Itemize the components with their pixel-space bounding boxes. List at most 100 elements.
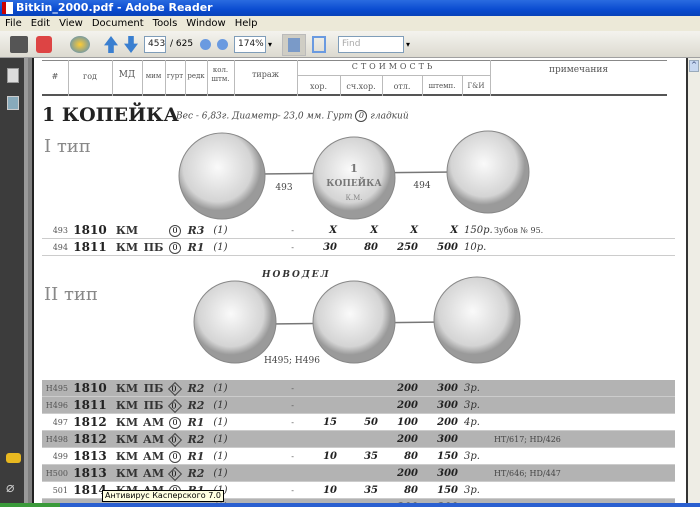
find-input[interactable]: Find: [338, 36, 404, 53]
page-number-input[interactable]: 453: [144, 36, 166, 53]
cell-edge: 0: [165, 431, 185, 448]
page-total: / 625: [170, 39, 194, 49]
cell-mintage: -: [291, 401, 294, 410]
cell-mint: КМ: [115, 433, 139, 446]
col-grade-unc: штемп.: [428, 82, 456, 90]
circle-edge-icon: 0: [169, 451, 181, 463]
vertical-scrollbar[interactable]: ^: [686, 58, 700, 503]
cell-dies: (1): [213, 383, 228, 394]
cell-dies: (1): [213, 451, 228, 462]
cell-mint: КМ: [115, 382, 139, 395]
section-title: 1 КОПЕЙКА: [42, 104, 179, 126]
table-row: Н500 1813 КМ АМ 0 R2 (1) 200 300 НТ/646; НD/447: [42, 465, 675, 482]
cell-value-0: [297, 465, 337, 482]
cell-value-2: 80: [404, 451, 418, 462]
cell-mintage: -: [291, 486, 294, 495]
cell-gi: 3р.: [464, 451, 480, 462]
single-page-view-button[interactable]: [282, 34, 306, 56]
cell-mint: КМ: [115, 241, 139, 254]
cell-gi: [464, 465, 490, 482]
zoom-in-icon[interactable]: [217, 39, 228, 50]
cell-value-2: 200: [397, 434, 418, 445]
cell-master: ПБ: [143, 399, 164, 412]
edge-value: 0: [172, 418, 178, 427]
zoom-out-icon[interactable]: [200, 39, 211, 50]
find-dropdown-icon[interactable]: ▾: [406, 36, 410, 53]
coin-denomination: 1: [350, 162, 358, 175]
coin-reverse: [312, 136, 396, 220]
type-1-coins: 1 КОПЕЙКА К.М. 493 494: [178, 130, 530, 220]
cell-rarity: R2: [187, 433, 205, 446]
cell-value-0: 15: [323, 417, 337, 428]
collaborate-icon[interactable]: [70, 36, 90, 53]
menu-edit[interactable]: Edit: [31, 18, 50, 29]
cell-mintage: -: [291, 418, 294, 427]
cell-value-3: 200: [437, 417, 458, 428]
cell-master: ПБ: [143, 382, 164, 395]
pages-icon[interactable]: [7, 68, 19, 83]
menu-tools[interactable]: Tools: [153, 18, 178, 29]
email-icon[interactable]: [36, 36, 52, 53]
cell-master: АМ: [142, 416, 165, 429]
print-icon[interactable]: [10, 36, 28, 53]
table-row: 497 1812 КМ АМ 0 R1 (1) - 15 50 100 200 4р.: [42, 414, 675, 431]
cell-mintage: -: [291, 384, 294, 393]
menu-bar: File Edit View Document Tools Window Help: [0, 16, 700, 31]
cell-master: АМ: [142, 433, 165, 446]
cell-edge: 0: [165, 465, 185, 482]
table-row: 493 1810 КМ 0 R3 (1) - X X X X 150р. Зубов № 95.: [42, 222, 675, 239]
cell-dies: (1): [213, 225, 228, 236]
cell-value-3: 300: [437, 468, 458, 479]
scroll-up-icon[interactable]: ^: [689, 60, 699, 72]
cell-value-0: 10: [323, 451, 337, 462]
zoom-dropdown-icon[interactable]: ▾: [268, 36, 272, 53]
cell-mint: КМ: [115, 467, 139, 480]
cell-mintage: -: [291, 226, 294, 235]
cell-num: Н496: [45, 401, 68, 410]
cell-value-1: [340, 380, 378, 397]
menu-view[interactable]: View: [59, 18, 83, 29]
table-row: 494 1811 КМ ПБ 0 R1 (1) - 30 80 250 500 10р.: [42, 239, 675, 256]
menu-window[interactable]: Window: [186, 18, 225, 29]
cell-gi: 10р.: [464, 242, 487, 253]
cell-value-1: [340, 465, 378, 482]
cell-num: 501: [52, 486, 68, 495]
cell-value-3: 150: [437, 485, 458, 496]
menu-document[interactable]: Document: [92, 18, 144, 29]
menu-file[interactable]: File: [5, 18, 22, 29]
col-master: мим: [145, 72, 162, 80]
comments-icon[interactable]: [6, 453, 21, 463]
cell-rarity: R1: [187, 450, 205, 463]
fit-page-icon[interactable]: [312, 36, 326, 53]
menu-help[interactable]: Help: [235, 18, 258, 29]
cell-year: 1810: [73, 223, 107, 237]
previous-page-icon[interactable]: [104, 36, 118, 53]
col-grade-xf: отл.: [393, 82, 411, 91]
next-page-icon[interactable]: [124, 36, 138, 53]
cell-num: Н495: [45, 384, 68, 393]
cell-value-2: 250: [397, 242, 418, 253]
cell-edge: 0: [165, 222, 185, 239]
attachments-icon[interactable]: ⌀: [6, 480, 14, 496]
section-desc-edge: гладкий: [370, 111, 409, 122]
cell-value-2: 200: [397, 468, 418, 479]
coin-obverse-novodel: [193, 280, 277, 364]
coin-label-novodel: Н495; Н496: [264, 356, 320, 366]
bookmarks-icon[interactable]: [7, 96, 19, 110]
cell-mintage: -: [291, 452, 294, 461]
coin-obverse-494: [446, 130, 530, 214]
col-mint: МД: [118, 70, 136, 80]
cell-value-1: X: [370, 225, 378, 236]
cell-value-2: 200: [397, 400, 418, 411]
navigation-panel: ⌀: [0, 58, 28, 503]
circle-edge-icon: 0: [169, 242, 181, 254]
cell-rarity: R2: [187, 467, 205, 480]
zoom-level-input[interactable]: 174%: [234, 36, 266, 53]
cell-value-1: 50: [364, 417, 378, 428]
coin-label-494: 494: [413, 181, 430, 191]
cell-value-3: 300: [437, 434, 458, 445]
cell-value-1: 80: [364, 242, 378, 253]
toolbar: 453 / 625 174% ▾ Find ▾: [0, 31, 700, 58]
cell-year: 1811: [73, 398, 107, 412]
table-row: 499 1813 КМ АМ 0 R1 (1) - 10 35 80 150 3р.: [42, 448, 675, 465]
